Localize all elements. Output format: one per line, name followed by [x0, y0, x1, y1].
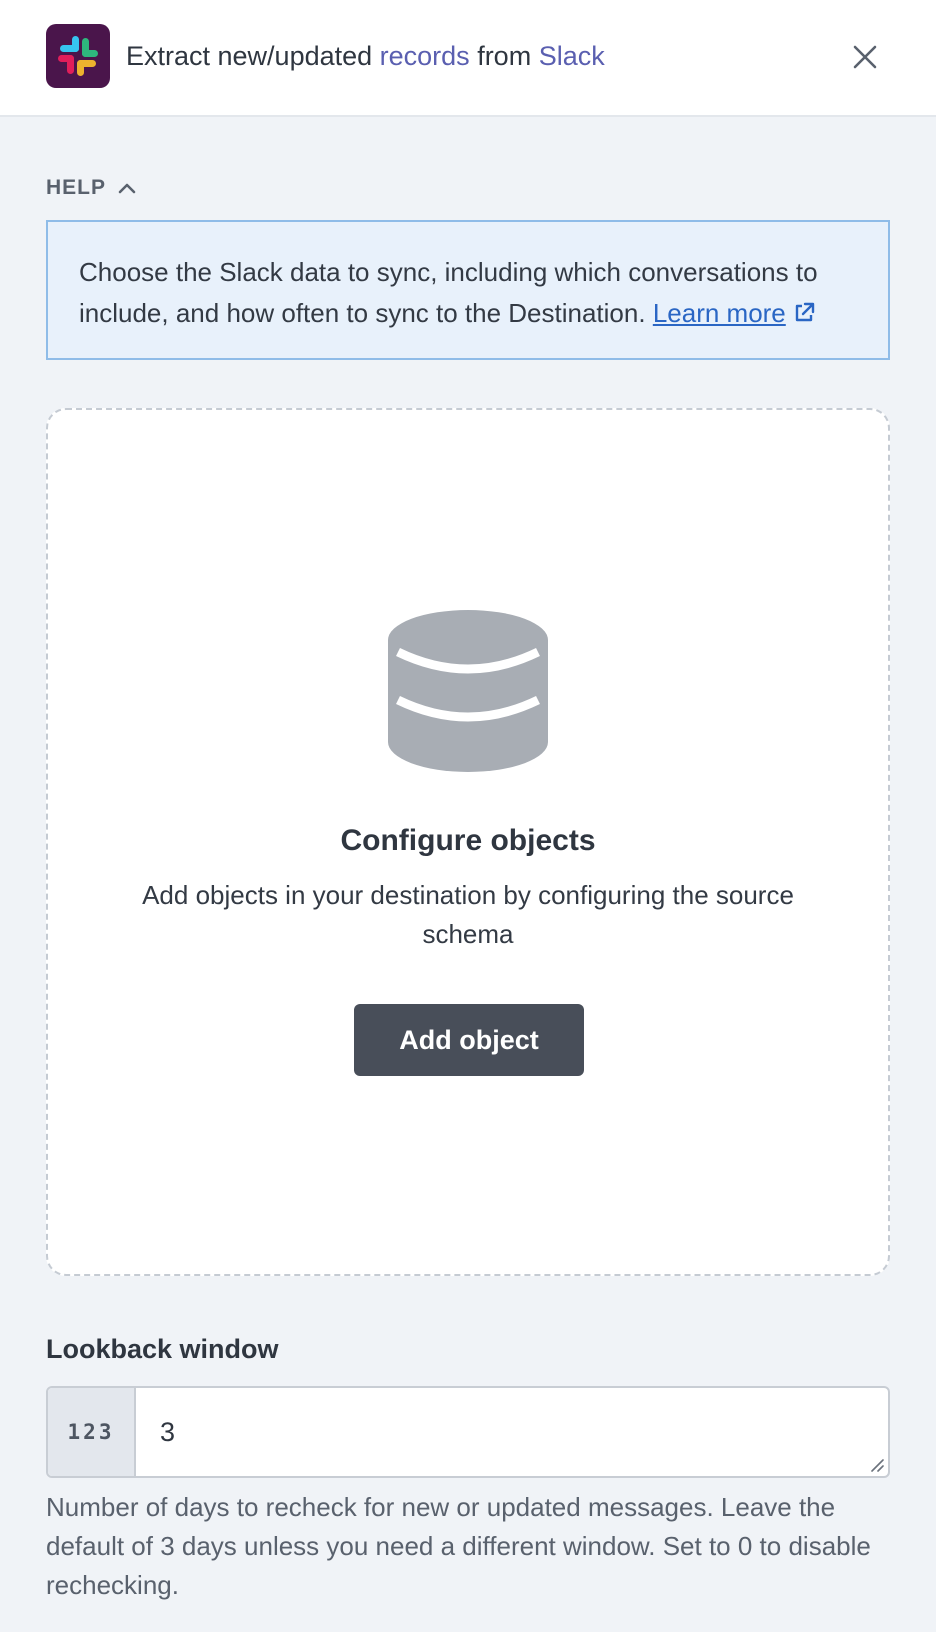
objects-title: Configure objects	[340, 824, 596, 857]
help-toggle-label: HELP	[46, 176, 107, 199]
learn-more-link[interactable]: Learn more	[653, 298, 786, 328]
records-link[interactable]: records	[380, 41, 470, 71]
close-icon	[853, 45, 877, 69]
source-link[interactable]: Slack	[539, 41, 605, 71]
chevron-up-icon	[118, 183, 136, 194]
objects-description: Add objects in your destination by confi…	[142, 880, 794, 949]
resize-handle-icon[interactable]	[868, 1456, 884, 1472]
modal-title: Extract new/updated records from Slack	[126, 36, 605, 76]
lookback-window-help: Number of days to recheck for new or upd…	[46, 1492, 871, 1600]
help-box: Choose the Slack data to sync, including…	[46, 220, 890, 360]
title-middle: from	[469, 41, 539, 71]
objects-panel: Configure objects Add objects in your de…	[46, 408, 890, 1276]
lookback-window-value[interactable]: 3	[160, 1388, 175, 1476]
lookback-window-input[interactable]: 123 3	[46, 1386, 890, 1478]
number-type-badge: 123	[48, 1388, 136, 1476]
external-link-icon[interactable]	[792, 301, 816, 325]
lookback-window-label: Lookback window	[46, 1334, 279, 1364]
modal-header: Extract new/updated records from Slack	[0, 0, 936, 117]
learn-more-label: Learn more	[652, 298, 786, 328]
slack-logo-icon	[46, 24, 110, 88]
close-button[interactable]	[846, 38, 884, 76]
database-icon	[388, 610, 548, 772]
add-object-button[interactable]: Add object	[354, 1004, 584, 1076]
title-prefix: Extract new/updated	[126, 41, 380, 71]
help-toggle[interactable]: HELP	[46, 172, 136, 204]
